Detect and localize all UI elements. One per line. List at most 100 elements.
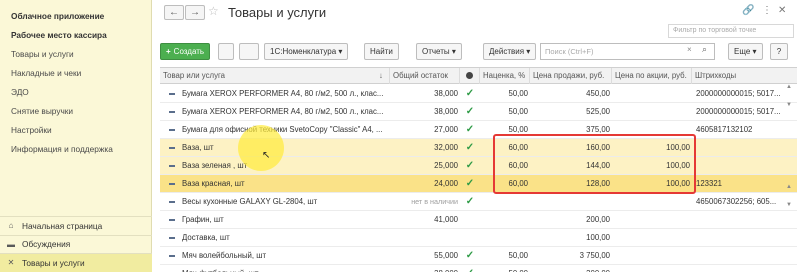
open-window-item[interactable]: ▬ Обсуждения xyxy=(0,234,152,254)
create-label: Создать xyxy=(173,47,205,56)
help-icon: ? xyxy=(776,47,782,56)
point-of-sale-filter[interactable]: Фильтр по торговой точке xyxy=(668,24,794,38)
more-menu-icon[interactable]: ⋮ xyxy=(762,5,772,16)
column-header-published[interactable] xyxy=(460,68,480,84)
column-header-stock[interactable]: Общий остаток xyxy=(390,68,460,84)
chat-icon: ▬ xyxy=(7,239,15,249)
sidebar-item[interactable]: Накладные и чеки xyxy=(0,64,151,83)
sidebar-item[interactable]: Товары и услуги xyxy=(0,45,151,64)
sidebar-item[interactable]: Снятие выручки xyxy=(0,102,151,121)
cell-barcode: 4650067302256; 605... xyxy=(696,197,777,206)
clear-search-icon[interactable]: × xyxy=(687,45,692,54)
column-header-name[interactable]: Товар или услуга ↓ xyxy=(160,68,390,84)
back-button[interactable]: ← xyxy=(164,5,184,20)
check-icon: ✓ xyxy=(465,142,475,153)
sidebar-open-windows: ⌂ Начальная страница ▬ Обсуждения ✕ Товары и … xyxy=(0,216,152,272)
table-row[interactable]: Весы кухонные GALAXY GL-2804, шт нет в на… xyxy=(160,193,797,211)
check-icon: ✓ xyxy=(465,88,475,99)
cell-markup: 50,00 xyxy=(508,89,528,98)
cell-promo xyxy=(612,193,690,211)
cell-name: Ваза, шт xyxy=(182,143,214,152)
find-label: Найти xyxy=(370,47,393,56)
sidebar-item[interactable]: Рабочее место кассира xyxy=(0,26,151,45)
cell-barcode: 123321 xyxy=(696,179,723,188)
create-button[interactable]: + Создать xyxy=(160,43,211,60)
home-icon: ⌂ xyxy=(8,221,14,231)
reports-button[interactable]: Отчеты ▾ xyxy=(416,43,462,60)
chevron-down-icon: ▾ xyxy=(451,47,456,56)
scroll-up-icon[interactable]: ▲ xyxy=(786,84,792,90)
cell-price: 200,00 xyxy=(586,215,610,224)
cell-price xyxy=(530,193,610,211)
table-row[interactable]: Бумага XEROX PERFORMER A4, 80 г/м2, 500 … xyxy=(160,85,797,103)
cell-stock: 38,000 xyxy=(434,107,458,116)
scroll-down-icon[interactable]: ▼ xyxy=(786,102,792,108)
cell-stock: 41,000 xyxy=(434,215,458,224)
cell-barcode xyxy=(696,247,792,265)
check-icon: ✓ xyxy=(460,265,480,272)
images-icon[interactable] xyxy=(239,43,259,60)
nomenclature-label: 1С:Номенклатура xyxy=(270,47,337,56)
annotation-highlight-box xyxy=(493,134,696,194)
more-button[interactable]: Еще ▾ xyxy=(728,43,763,60)
item-marker-icon xyxy=(169,183,175,185)
cell-barcode: 4605817132102 xyxy=(696,125,753,134)
close-icon[interactable]: ✕ xyxy=(778,5,786,16)
chevron-down-icon: ▾ xyxy=(752,47,757,56)
forward-button[interactable]: → xyxy=(185,5,205,20)
link-icon[interactable]: 🔗 xyxy=(742,5,754,16)
sort-arrow-icon: ↓ xyxy=(379,71,383,80)
cell-promo xyxy=(612,211,690,229)
table-row[interactable]: Мяч волейбольный, шт 55,000 ✓ 50,00 3 750,00 xyxy=(160,247,797,265)
cell-promo xyxy=(612,265,690,272)
table-row[interactable]: Мяч футбольный, шт38,000✓50,00300,00 xyxy=(160,265,797,272)
scroll-down-icon[interactable]: ▼ xyxy=(786,202,792,208)
cursor-highlight xyxy=(238,125,284,171)
open-window-item[interactable]: ✕ Товары и услуги xyxy=(0,253,152,272)
sidebar-item[interactable]: Облачное приложение xyxy=(0,7,151,26)
cell-name: Весы кухонные GALAXY GL-2804, шт xyxy=(182,197,318,206)
cell-price: 100,00 xyxy=(586,233,610,242)
cell-barcode xyxy=(696,211,792,229)
check-icon: ✓ xyxy=(465,178,475,189)
scroll-up-icon[interactable]: ▲ xyxy=(786,184,792,190)
cell-barcode xyxy=(696,139,792,157)
check-icon: ✓ xyxy=(465,160,475,171)
page-title: Товары и услуги xyxy=(228,5,327,20)
cell-stock xyxy=(390,229,458,247)
open-window-item[interactable]: ⌂ Начальная страница xyxy=(0,216,152,235)
open-window-label: Начальная страница xyxy=(22,220,103,231)
column-header-barcode[interactable]: Штрихкоды xyxy=(692,68,784,84)
item-marker-icon xyxy=(169,129,175,131)
search-icon[interactable]: ⌕ xyxy=(702,44,707,55)
close-icon: ✕ xyxy=(7,258,15,268)
table-row[interactable]: Графин, шт 41,000 200,00 xyxy=(160,211,797,229)
check-icon xyxy=(460,229,480,247)
favorite-star-icon[interactable]: ☆ xyxy=(208,4,219,18)
find-button[interactable]: Найти xyxy=(364,43,399,60)
vertical-scrollbar[interactable]: ▲ ▼ ▲ ▼ xyxy=(784,84,794,270)
nomenclature-button[interactable]: 1С:Номенклатура ▾ xyxy=(264,43,349,60)
column-header-markup[interactable]: Наценка, % xyxy=(480,68,530,84)
cell-stock: 38,000 xyxy=(434,89,458,98)
cell-name: Доставка, шт xyxy=(182,233,230,242)
mouse-pointer-icon: ↖ xyxy=(262,150,271,161)
copy-icon[interactable] xyxy=(218,43,234,60)
table-row[interactable]: Бумага XEROX PERFORMER A4, 80 г/м2, 500 … xyxy=(160,103,797,121)
cell-promo xyxy=(612,85,690,103)
cell-stock: нет в наличии xyxy=(411,197,458,206)
table-row[interactable]: Доставка, шт 100,00 xyxy=(160,229,797,247)
sidebar-item[interactable]: ЭДО xyxy=(0,83,151,102)
cell-stock: 25,000 xyxy=(434,161,458,170)
column-header-promo[interactable]: Цена по акции, руб. xyxy=(612,68,692,84)
sidebar-item[interactable]: Информация и поддержка xyxy=(0,140,151,159)
cell-barcode: 2000000000015; 5017... xyxy=(696,89,781,98)
actions-button[interactable]: Действия ▾ xyxy=(483,43,537,60)
help-button[interactable]: ? xyxy=(770,43,788,60)
sidebar-item[interactable]: Настройки xyxy=(0,121,151,140)
cell-markup: 50,00 xyxy=(508,107,528,116)
column-header-price[interactable]: Цена продажи, руб. xyxy=(530,68,612,84)
table-row[interactable]: Ваза красная, шт 24,000 ✓ 60,00 128,00 100,00… xyxy=(160,175,797,193)
column-name-label: Товар или услуга xyxy=(163,71,225,80)
cell-price: 450,00 xyxy=(586,89,610,98)
